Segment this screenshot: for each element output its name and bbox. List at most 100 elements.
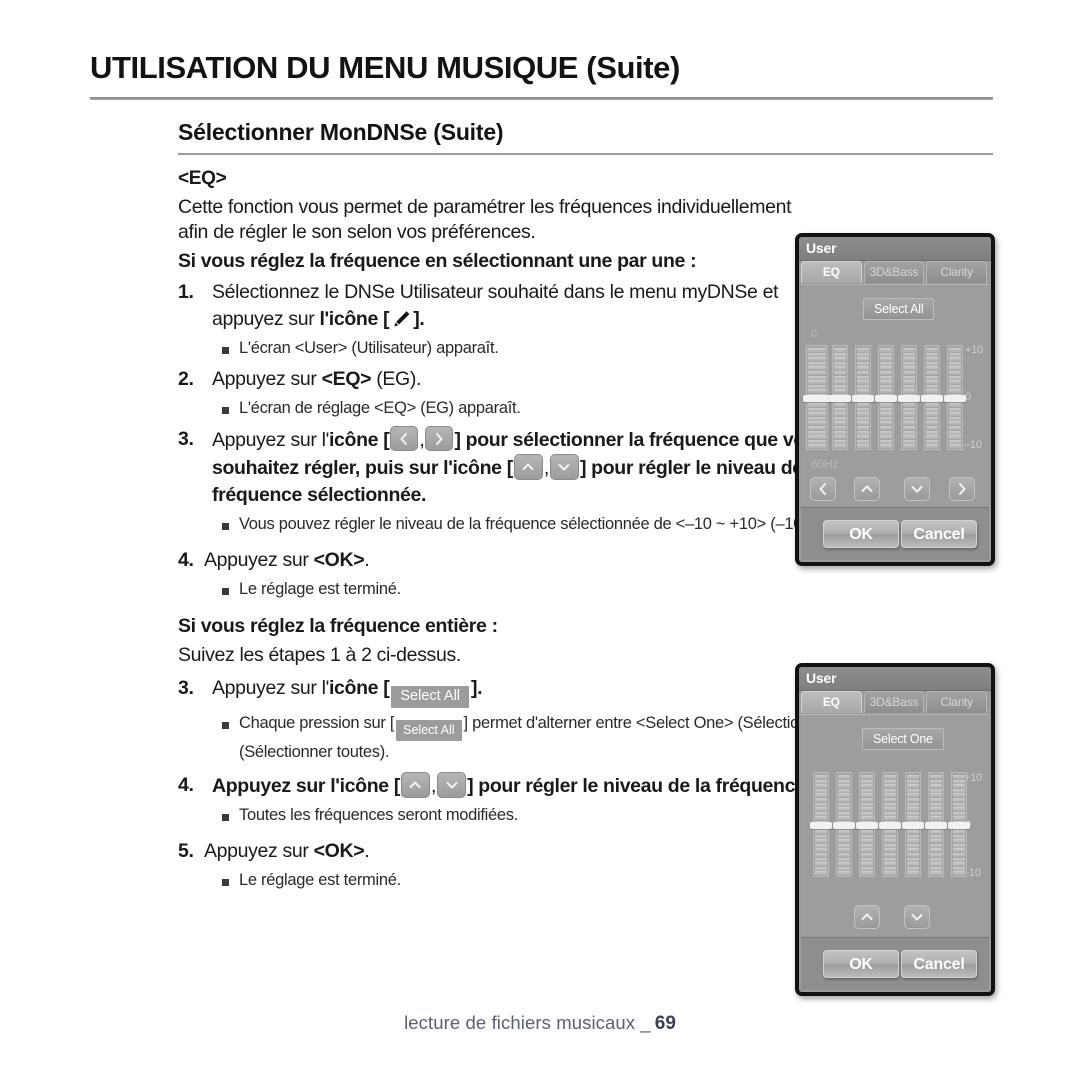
- step-2: 2. Appuyez sur <EQ> (EG).: [178, 366, 828, 393]
- slider-segment: [815, 871, 827, 876]
- slider-segment: [880, 412, 892, 417]
- slider-knob[interactable]: [898, 394, 920, 402]
- chevron-left-icon[interactable]: [810, 477, 836, 501]
- slider-segment: [907, 839, 919, 844]
- slider-segment: [815, 830, 827, 835]
- slider-segment: [834, 357, 846, 362]
- slider-segment: [857, 444, 869, 449]
- slider-knob[interactable]: [810, 821, 832, 829]
- slider-knob[interactable]: [829, 394, 851, 402]
- slider-segment: [949, 375, 961, 380]
- slider-segment: [930, 839, 942, 844]
- slider-knob[interactable]: [925, 821, 947, 829]
- slider-knob[interactable]: [944, 394, 966, 402]
- slider-segment: [884, 830, 896, 835]
- cancel-button[interactable]: Cancel: [901, 950, 977, 978]
- cancel-button[interactable]: Cancel: [901, 520, 977, 548]
- slider-segment: [834, 384, 846, 389]
- select-all-badge: Select All: [391, 686, 470, 708]
- slider-segment: [834, 366, 846, 371]
- slider-segment: [949, 430, 961, 435]
- slider-segment: [930, 834, 942, 839]
- slider-segment: [953, 802, 965, 807]
- step-3-alt-number: 3.: [178, 677, 194, 699]
- slider-segment: [838, 811, 850, 816]
- tab-3d-bass[interactable]: 3D&Bass: [863, 691, 925, 713]
- slider-segment: [903, 435, 915, 440]
- step-3-text-f: ,: [543, 457, 549, 479]
- chevron-up-icon: [400, 772, 430, 798]
- slider-knob[interactable]: [803, 394, 831, 402]
- tab-clarity[interactable]: Clarity: [926, 261, 988, 283]
- chevron-down-icon[interactable]: [904, 905, 930, 929]
- slider-segment: [930, 775, 942, 779]
- step-1: 1. Sélectionnez le DNSe Utilisateur souh…: [178, 279, 828, 333]
- tab-clarity[interactable]: Clarity: [926, 691, 988, 713]
- slider-segment: [815, 802, 827, 807]
- slider-segment: [880, 416, 892, 421]
- slider-knob[interactable]: [879, 821, 901, 829]
- slider-segment: [834, 412, 846, 417]
- slider-segment: [857, 421, 869, 426]
- slider-segment: [949, 426, 961, 431]
- chevron-right-icon[interactable]: [949, 477, 975, 501]
- select-all-button[interactable]: Select All: [863, 298, 935, 320]
- scale-minus10-label: –10: [964, 439, 982, 451]
- slider-knob[interactable]: [902, 821, 924, 829]
- slider-segment: [953, 843, 965, 848]
- slider-knob[interactable]: [852, 394, 874, 402]
- slider-segment: [861, 788, 873, 793]
- slider-segment: [884, 797, 896, 802]
- slider-segment: [880, 439, 892, 444]
- slider-segment: [907, 788, 919, 793]
- bullet-square-icon: [222, 578, 239, 602]
- chevron-down-icon: [549, 454, 579, 480]
- slider-knob[interactable]: [948, 821, 970, 829]
- slider-segment: [953, 857, 965, 862]
- chevron-up-icon[interactable]: [854, 905, 880, 929]
- chevron-up-icon: [513, 454, 543, 480]
- step-4-text-b: <OK>: [313, 549, 365, 571]
- slider-segment: [953, 811, 965, 816]
- slider-knob[interactable]: [856, 821, 878, 829]
- slider-segment: [953, 807, 965, 812]
- slider-segment: [903, 361, 915, 366]
- slider-segment: [903, 430, 915, 435]
- slider-segment: [857, 435, 869, 440]
- slider-segment: [815, 857, 827, 862]
- slider-segment: [949, 403, 961, 408]
- slider-segment: [880, 375, 892, 380]
- slider-segment: [884, 834, 896, 839]
- device-eq-body: Select All 0 +10 0 –10 60Hz: [801, 284, 989, 506]
- chevron-right-icon: [425, 426, 454, 451]
- slider-segment: [907, 802, 919, 807]
- slider-knob[interactable]: [833, 821, 855, 829]
- device-eq-body: Select One +10 0 –10: [801, 714, 989, 936]
- tab-3d-bass[interactable]: 3D&Bass: [863, 261, 925, 283]
- select-one-button[interactable]: Select One: [862, 728, 944, 750]
- slider-segment: [857, 412, 869, 417]
- slider-segment: [949, 357, 961, 362]
- device-screen: User EQ 3D&Bass Clarity Select All 0 +10…: [799, 237, 991, 562]
- slider-segment: [815, 862, 827, 867]
- slider-segment: [834, 370, 846, 375]
- tab-eq[interactable]: EQ: [801, 691, 862, 713]
- slider-segment: [903, 403, 915, 408]
- slider-segment: [880, 357, 892, 362]
- slider-knob[interactable]: [921, 394, 943, 402]
- section-title: Sélectionner MonDNSe (Suite): [178, 119, 504, 145]
- slider-segment: [884, 871, 896, 876]
- slider-segment: [838, 853, 850, 858]
- device-footer: OK Cancel: [801, 937, 989, 990]
- ok-button[interactable]: OK: [823, 950, 899, 978]
- tab-eq[interactable]: EQ: [801, 261, 862, 283]
- slider-segment: [861, 843, 873, 848]
- slider-segment: [808, 421, 826, 426]
- ok-button[interactable]: OK: [823, 520, 899, 548]
- slider-segment: [834, 348, 846, 352]
- chevron-up-icon[interactable]: [854, 477, 880, 501]
- step-3-alt-text: Appuyez sur l'icône [Select All].: [212, 675, 828, 708]
- chevron-down-icon[interactable]: [904, 477, 930, 501]
- slider-knob[interactable]: [875, 394, 897, 402]
- slider-segment: [930, 802, 942, 807]
